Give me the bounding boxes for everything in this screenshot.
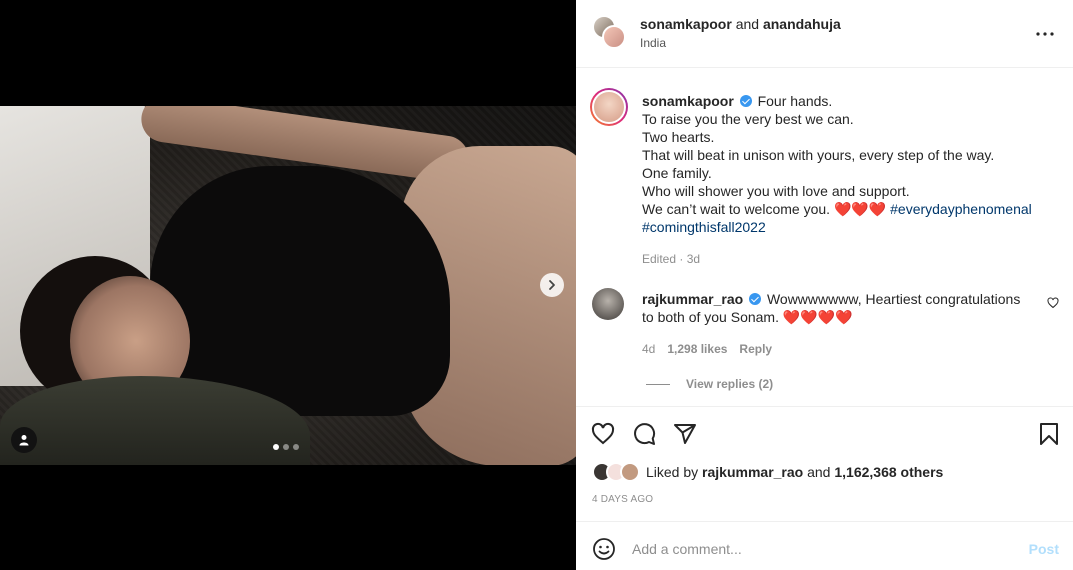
user-tag-button[interactable] (11, 427, 37, 453)
heart-emoji: ❤️❤️❤️ (833, 201, 887, 217)
avatar (602, 25, 626, 49)
avatar (620, 462, 640, 482)
verified-badge-icon (749, 293, 762, 305)
likes-others-link[interactable]: 1,162,368 others (834, 464, 943, 480)
heart-icon (591, 422, 615, 445)
post-header: sonamkapoor and anandahuja India (576, 0, 1073, 68)
comment-text: rajkummar_rao Wowwwwwww, Heartiest congr… (642, 290, 1032, 326)
caption-author-link[interactable]: sonamkapoor (642, 93, 734, 109)
heart-emoji: ❤️❤️❤️❤️ (782, 309, 853, 325)
post-comment-button[interactable]: Post (1029, 541, 1059, 557)
caption-timestamp: Edited · 3d (642, 252, 701, 266)
save-button[interactable] (1036, 421, 1062, 447)
comment-icon (634, 423, 656, 445)
post-details-panel: sonamkapoor and anandahuja India sonamka… (576, 0, 1073, 570)
post-actions (576, 406, 1073, 460)
media-viewer (0, 0, 576, 570)
comment-likes[interactable]: 1,298 likes (667, 342, 727, 356)
caption-line: To raise you the very best we can. (642, 111, 854, 127)
bookmark-icon (1040, 423, 1058, 445)
comment-meta: 4d 1,298 likes Reply (642, 342, 772, 356)
verified-badge-icon (739, 95, 752, 107)
comment-like-button[interactable] (1047, 296, 1061, 310)
carousel-next-button[interactable] (540, 273, 564, 297)
author-avatars[interactable] (592, 15, 628, 51)
comment-age: 4d (642, 342, 656, 356)
hashtag-link[interactable]: #everydayphenomenal (890, 201, 1032, 217)
avatar[interactable] (592, 288, 624, 320)
comment-author-link[interactable]: rajkummar_rao (642, 291, 743, 307)
author-link[interactable]: sonamkapoor (640, 16, 732, 32)
post-timestamp[interactable]: 4 DAYS AGO (592, 494, 653, 505)
emoji-icon (593, 538, 615, 560)
caption-line: That will beat in unison with yours, eve… (642, 147, 995, 163)
likes-and: and (807, 464, 831, 480)
more-options-button[interactable] (1033, 22, 1057, 46)
reply-button[interactable]: Reply (739, 342, 772, 356)
view-replies-button[interactable]: View replies (2) (646, 377, 773, 391)
carousel-dot (293, 444, 299, 450)
author-names: sonamkapoor and anandahuja (640, 16, 841, 32)
user-tag-icon (19, 435, 29, 446)
heart-icon (1047, 297, 1059, 309)
liker-link[interactable]: rajkummar_rao (702, 464, 803, 480)
comment-input[interactable] (632, 535, 1012, 563)
like-button[interactable] (590, 421, 616, 447)
add-comment-bar: Post (576, 521, 1073, 570)
liker-avatars (592, 462, 640, 482)
location-link[interactable]: India (640, 36, 666, 50)
carousel-dot (283, 444, 289, 450)
hashtag-link[interactable]: #comingthisfall2022 (642, 219, 766, 235)
share-icon (674, 424, 696, 444)
coauthor-link[interactable]: anandahuja (763, 16, 841, 32)
author-conjunction: and (735, 16, 760, 32)
more-options-icon (1036, 32, 1054, 36)
carousel-indicator (273, 444, 299, 450)
comment-button[interactable] (631, 421, 657, 447)
caption-line: Two hearts. (642, 129, 715, 145)
caption-line: One family. (642, 165, 712, 181)
carousel-dot-active (273, 444, 279, 450)
divider (646, 383, 670, 385)
caption-text: sonamkapoor Four hands. To raise you the… (642, 92, 1052, 236)
caption-line: Four hands. (757, 93, 833, 109)
emoji-button[interactable] (592, 537, 616, 561)
caption-line: Who will shower you with love and suppor… (642, 183, 910, 199)
share-button[interactable] (672, 421, 698, 447)
likes-summary: Liked by rajkummar_rao and 1,162,368 oth… (592, 462, 943, 482)
caption-line: We can’t wait to welcome you. (642, 201, 831, 217)
chevron-right-icon (549, 280, 555, 290)
avatar[interactable] (590, 88, 628, 126)
view-replies-label: View replies (2) (686, 377, 774, 391)
likes-prefix: Liked by (646, 464, 699, 480)
post-photo (0, 106, 576, 465)
